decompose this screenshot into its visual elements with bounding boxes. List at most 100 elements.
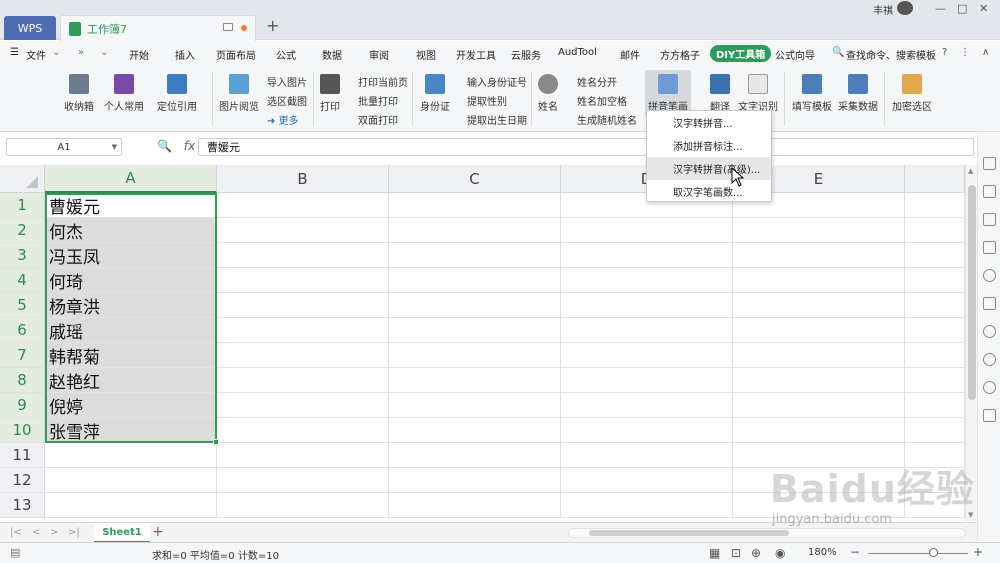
cell-a[interactable]: 戚瑶 [45,318,217,343]
cell[interactable] [217,293,389,318]
cell[interactable] [389,193,561,218]
zoom-slider[interactable] [868,553,968,554]
close-icon[interactable]: ✕ [979,2,988,15]
cell[interactable] [733,418,905,443]
row-header[interactable]: 1 [0,193,45,218]
menu-insert[interactable]: 插入 [175,47,195,62]
zoom-out-icon[interactable]: − [850,545,860,559]
name-add-space[interactable]: 姓名加空格 [577,93,627,108]
cell[interactable] [905,368,965,393]
filter-icon[interactable] [983,213,996,226]
row-header[interactable]: 9 [0,393,45,418]
cell[interactable] [905,193,965,218]
grid-apps-icon[interactable] [983,409,996,422]
column-header-a[interactable]: A [45,165,217,193]
batch-print[interactable]: 批量打印 [358,93,398,108]
resize-icon[interactable] [983,241,996,254]
star-icon[interactable] [983,269,996,282]
add-sheet-button[interactable]: + [152,524,164,540]
pointer-icon[interactable] [983,157,996,170]
cell[interactable] [733,243,905,268]
sheet-tab-sheet1[interactable]: Sheet1 [94,523,150,543]
fill-handle[interactable] [213,439,219,445]
cell[interactable] [561,243,733,268]
cell[interactable] [389,393,561,418]
picture-view-button[interactable]: 图片阅览 [219,74,259,113]
cell[interactable] [389,268,561,293]
eye-protect-icon[interactable]: ◉ [775,546,785,560]
zoom-in-icon[interactable]: + [973,545,983,559]
extract-birthdate[interactable]: 提取出生日期 [467,112,527,127]
cell-a[interactable]: 曹媛元 [45,193,217,218]
fill-template-button[interactable]: 填写模板 [792,74,832,113]
row-header[interactable]: 6 [0,318,45,343]
cell[interactable] [561,468,733,493]
id-card-button[interactable]: 身份证 [420,74,450,113]
cell[interactable] [905,268,965,293]
macro-icon[interactable]: ▤ [10,546,20,559]
personal-common-button[interactable]: 个人常用 [104,74,144,113]
column-header-c[interactable]: C [389,165,561,193]
cell[interactable] [561,218,733,243]
user-name[interactable]: 丰祺 [873,2,893,17]
horizontal-scrollbar[interactable] [568,528,966,538]
menu-start[interactable]: 开始 [129,47,149,62]
cell[interactable] [217,493,389,518]
menu-item-hanzi-to-pinyin[interactable]: 汉字转拼音... [647,111,771,134]
cell[interactable] [389,318,561,343]
maximize-icon[interactable]: □ [957,2,967,15]
cell-a[interactable]: 倪婷 [45,393,217,418]
formula-input[interactable]: 曹媛元 [198,138,974,156]
chevron-down-icon[interactable]: ⌄ [52,47,60,58]
zoom-search-icon[interactable]: 🔍 [157,139,172,153]
cell[interactable] [389,343,561,368]
cell-a[interactable] [45,443,217,468]
row-header[interactable]: 12 [0,468,45,493]
menu-developer[interactable]: 开发工具 [456,47,496,62]
menu-diy-toolbox[interactable]: DIY工具箱 [710,45,772,62]
row-header[interactable]: 8 [0,368,45,393]
cell[interactable] [905,343,965,368]
cell-a[interactable]: 赵艳红 [45,368,217,393]
name-box[interactable]: A1 ▼ [6,138,122,156]
cell[interactable] [561,493,733,518]
row-header[interactable]: 5 [0,293,45,318]
menu-formula[interactable]: 公式 [276,47,296,62]
column-header-b[interactable]: B [217,165,389,193]
cell[interactable] [561,343,733,368]
menu-audtool[interactable]: AudTool [558,47,597,58]
receive-box-button[interactable]: 收纳箱 [64,74,94,113]
zoom-level[interactable]: 180% [808,547,837,558]
menu-data[interactable]: 数据 [322,47,342,62]
scroll-up-icon[interactable]: ▲ [968,167,973,175]
duplex-print[interactable]: 双面打印 [358,112,398,127]
row-header[interactable]: 4 [0,268,45,293]
cell[interactable] [389,468,561,493]
menu-page-layout[interactable]: 页面布局 [216,47,256,62]
menu-view[interactable]: 视图 [416,47,436,62]
row-header[interactable]: 3 [0,243,45,268]
cell[interactable] [905,243,965,268]
row-header[interactable]: 2 [0,218,45,243]
cell[interactable] [217,268,389,293]
menu-item-hanzi-to-pinyin-advanced[interactable]: 汉字转拼音(高级)... [647,157,771,180]
cell[interactable] [217,368,389,393]
extract-gender[interactable]: 提取性别 [467,93,507,108]
shape-icon[interactable] [983,185,996,198]
cell[interactable] [561,368,733,393]
cell[interactable] [733,368,905,393]
print-current-page[interactable]: 打印当前页 [358,74,408,89]
cell[interactable] [389,243,561,268]
encrypt-selection-button[interactable]: 加密选区 [892,74,932,113]
cell[interactable] [389,493,561,518]
input-id-number[interactable]: 输入身份证号 [467,74,527,89]
cell[interactable] [905,293,965,318]
import-picture[interactable]: 导入图片 [267,74,307,89]
menu-mail[interactable]: 邮件 [620,47,640,62]
more-button[interactable]: ➜ 更多 [267,112,299,127]
cell[interactable] [217,343,389,368]
cell-a[interactable] [45,493,217,518]
cell[interactable] [733,393,905,418]
row-header[interactable]: 7 [0,343,45,368]
translate-button[interactable]: 翻译 [710,74,730,113]
